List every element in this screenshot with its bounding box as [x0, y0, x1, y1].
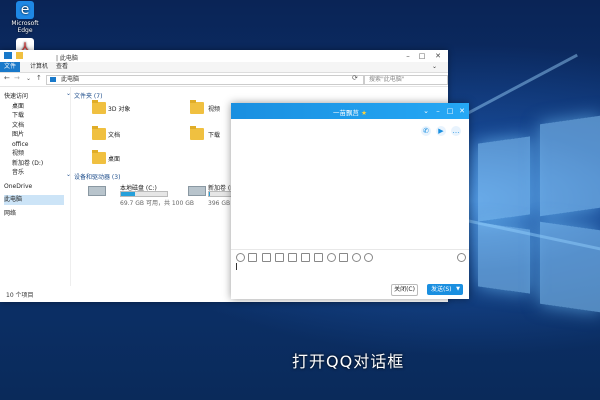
wallpaper-pane	[540, 221, 600, 313]
chevron-down-icon[interactable]: ▼	[456, 284, 460, 295]
nav-item-drive-d[interactable]: 新加卷 (D:)	[4, 159, 64, 169]
maximize-icon[interactable]: □	[416, 52, 428, 60]
folder-downloads[interactable]: 下载	[208, 130, 220, 139]
qq-chat-window: 一苗飘莒 ★ ⌄ – □ ✕ ✆ ▶ … 关闭(C) 发送(S) ▼	[231, 103, 469, 299]
desktop-icon-label: Microsoft Edge	[11, 20, 39, 34]
chat-titlebar: 一苗飘莒 ★ ⌄ – □ ✕	[231, 103, 469, 119]
drive-c-detail: 69.7 GB 可用，共 100 GB	[120, 200, 194, 207]
folder-icon	[92, 150, 106, 164]
wallpaper-pane	[478, 222, 530, 294]
drive-icon	[88, 186, 106, 196]
edge-icon: e	[16, 1, 34, 19]
send-button[interactable]: 发送(S) ▼	[427, 284, 463, 295]
nav-item-pictures[interactable]: 图片	[4, 130, 64, 140]
up-arrow-icon[interactable]: ↑	[36, 74, 42, 82]
close-chat-button[interactable]: 关闭(C)	[391, 284, 418, 296]
minimize-icon[interactable]: –	[433, 107, 443, 115]
ribbon-tab-computer[interactable]: 计算机	[30, 62, 48, 72]
folder-icon	[92, 100, 106, 114]
navigation-pane: 快速访问 桌面 下载 文档 图片 office 视频 新加卷 (D:) 音乐 O…	[4, 92, 64, 218]
pane-divider	[70, 86, 71, 286]
message-input[interactable]	[233, 261, 465, 281]
video-caption: 打开QQ对话框	[292, 352, 405, 371]
folder-icon	[190, 100, 204, 114]
drive-d-usage-bar	[208, 191, 232, 197]
back-arrow-icon[interactable]: ←	[4, 74, 10, 82]
folder-3d-objects[interactable]: 3D 对象	[108, 104, 130, 113]
nav-item-this-pc[interactable]: 此电脑	[4, 195, 64, 205]
nav-item-documents[interactable]: 文档	[4, 121, 64, 131]
maximize-icon[interactable]: □	[445, 107, 455, 115]
refresh-icon[interactable]: ⟳	[352, 74, 358, 82]
send-label: 发送(S)	[431, 286, 452, 293]
nav-item-desktop[interactable]: 桌面	[4, 102, 64, 112]
recent-dropdown-icon[interactable]: ⌄	[26, 75, 31, 82]
forward-arrow-icon[interactable]: →	[14, 74, 20, 82]
address-text: 此电脑	[61, 76, 80, 83]
folder-icon	[92, 126, 106, 140]
wallpaper-pane	[540, 115, 600, 217]
more-icon[interactable]: …	[451, 126, 461, 136]
wallpaper-pane	[478, 136, 530, 222]
computer-icon	[4, 52, 12, 59]
nav-item-office[interactable]: office	[4, 140, 64, 150]
input-divider	[231, 249, 469, 250]
nav-item-network[interactable]: 网络	[4, 209, 64, 219]
status-item-count: 10 个项目	[6, 292, 34, 299]
close-icon[interactable]: ✕	[432, 52, 444, 60]
explorer-title: | 此电脑	[56, 55, 78, 62]
computer-icon	[50, 77, 56, 82]
nav-item-onedrive[interactable]: OneDrive	[4, 182, 64, 192]
star-icon: ★	[361, 109, 367, 117]
ribbon-expand-icon[interactable]: ⌄	[432, 62, 437, 72]
nav-item-videos[interactable]: 视频	[4, 149, 64, 159]
folder-desktop[interactable]: 桌面	[108, 154, 120, 163]
folders-header[interactable]: 文件夹 (7)	[74, 91, 102, 100]
nav-item-downloads[interactable]: 下载	[4, 111, 64, 121]
drive-c-usage-bar	[120, 191, 168, 197]
address-row: ← → ⌄ ↑ 此电脑 ⟳ 搜索"此电脑"	[0, 72, 448, 87]
ribbon-tab-view[interactable]: 查看	[56, 62, 68, 72]
chevron-down-icon[interactable]: ⌄	[66, 171, 71, 178]
drive-icon	[188, 186, 206, 196]
nav-item-quick-access[interactable]: 快速访问	[4, 92, 64, 102]
folder-videos[interactable]: 视频	[208, 104, 220, 113]
minimize-icon[interactable]: –	[402, 52, 414, 60]
video-call-icon[interactable]: ▶	[436, 126, 446, 136]
close-icon[interactable]: ✕	[457, 107, 467, 115]
devices-header[interactable]: 设备和驱动器 (3)	[74, 172, 120, 181]
chevron-down-icon[interactable]: ⌄	[421, 107, 431, 115]
ribbon-tab-file[interactable]: 文件	[0, 62, 20, 72]
chevron-down-icon[interactable]: ⌄	[66, 90, 71, 97]
address-bar[interactable]: 此电脑	[46, 75, 364, 85]
search-input[interactable]: 搜索"此电脑"	[364, 75, 448, 85]
folder-icon	[16, 52, 23, 59]
phone-call-icon[interactable]: ✆	[421, 126, 431, 136]
folder-documents[interactable]: 文档	[108, 130, 120, 139]
desktop-icon-edge[interactable]: e Microsoft Edge	[3, 1, 47, 34]
folder-icon	[190, 126, 204, 140]
nav-item-music[interactable]: 音乐	[4, 168, 64, 178]
